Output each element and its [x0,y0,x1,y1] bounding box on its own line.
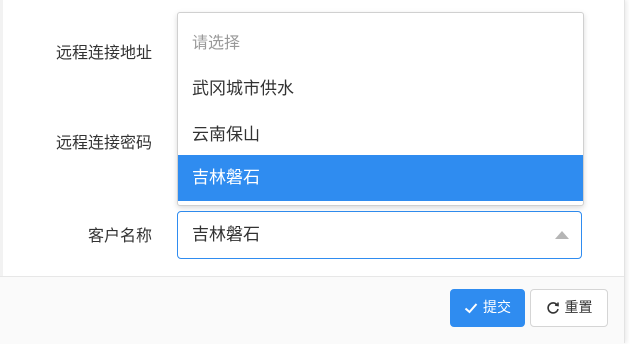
submit-label: 提交 [483,300,511,316]
submit-button[interactable]: 提交 [450,289,525,327]
check-icon [464,301,478,315]
dropdown-option[interactable]: 武冈城市供水 [178,66,583,112]
dialog: 远程连接地址 远程连接密码 客户名称 吉林磐石 请选择 武冈城市供水 云南保山 … [0,0,625,344]
reset-button[interactable]: 重置 [530,289,608,327]
customer-select-value: 吉林磐石 [192,225,260,245]
dropdown-option-placeholder[interactable]: 请选择 [178,20,583,66]
refresh-icon [546,301,560,315]
caret-up-icon[interactable] [555,231,569,239]
customer-select[interactable]: 吉林磐石 [177,211,582,259]
dropdown-option-selected[interactable]: 吉林磐石 [178,155,583,201]
customer-dropdown-list: 请选择 武冈城市供水 云南保山 吉林磐石 [177,12,584,206]
dropdown-option[interactable]: 云南保山 [178,112,583,158]
label-remote-address: 远程连接地址 [55,43,152,62]
reset-label: 重置 [564,300,593,316]
label-customer-name: 客户名称 [87,226,152,245]
label-remote-password: 远程连接密码 [55,133,152,152]
